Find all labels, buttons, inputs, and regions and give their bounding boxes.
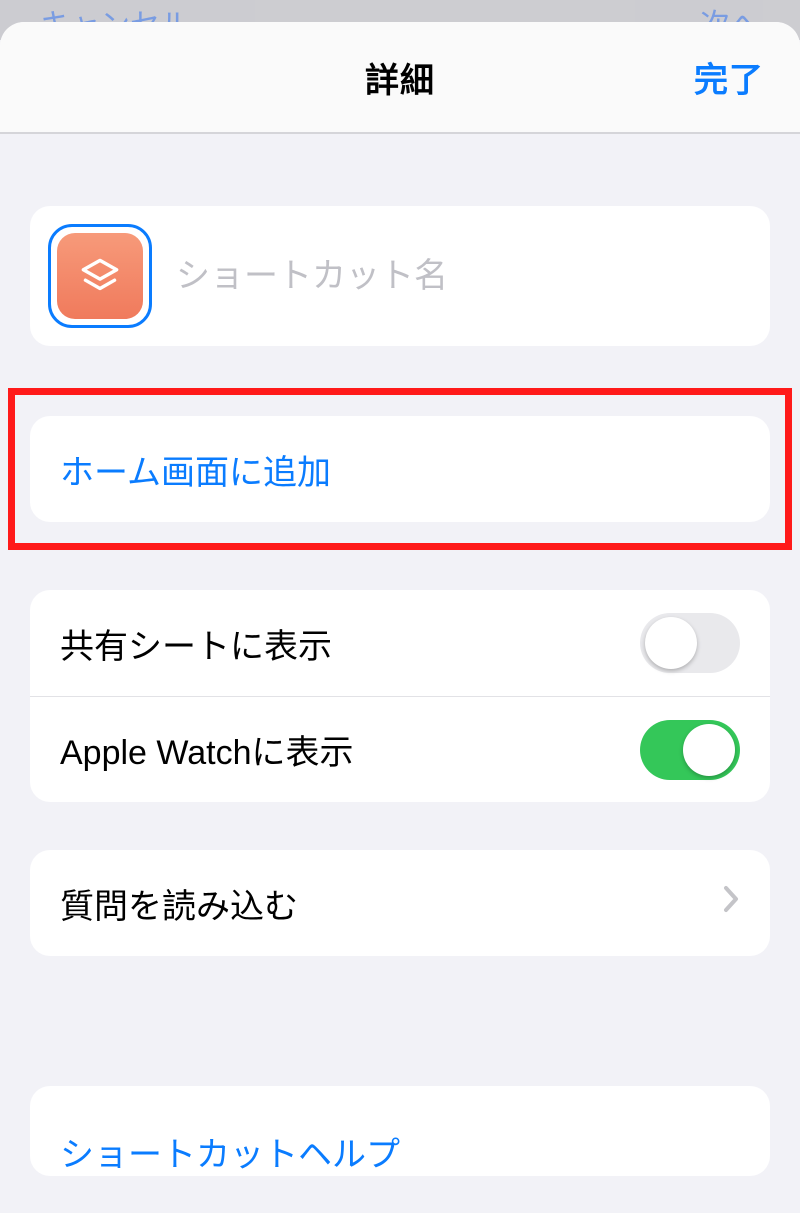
add-to-home-label: ホーム画面に追加 xyxy=(60,445,331,494)
display-options-group: 共有シートに表示 Apple Watchに表示 xyxy=(30,590,770,802)
shortcut-name-row xyxy=(30,206,770,346)
highlight-box: ホーム画面に追加 xyxy=(30,406,770,532)
import-questions-group: 質問を読み込む xyxy=(30,850,770,956)
content: ホーム画面に追加 共有シートに表示 Apple Watchに表示 質問 xyxy=(0,206,800,1176)
navbar-title: 詳細 xyxy=(365,53,435,102)
navbar: 詳細 完了 xyxy=(0,22,800,134)
details-sheet: 詳細 完了 ホーム画面に追加 xyxy=(0,22,800,1213)
shortcut-name-input[interactable] xyxy=(174,246,752,306)
shortcut-help-button[interactable]: ショートカットヘルプ xyxy=(30,1086,770,1176)
shortcut-icon-button[interactable] xyxy=(48,224,152,328)
add-to-home-button[interactable]: ホーム画面に追加 xyxy=(30,416,770,522)
toggle-knob xyxy=(683,724,735,776)
chevron-right-icon xyxy=(722,884,740,923)
apple-watch-label: Apple Watchに表示 xyxy=(60,725,354,774)
shortcut-help-label: ショートカットヘルプ xyxy=(60,1127,400,1176)
share-sheet-label: 共有シートに表示 xyxy=(60,619,332,668)
toggle-knob xyxy=(645,617,697,669)
apple-watch-row: Apple Watchに表示 xyxy=(30,696,770,802)
help-group: ショートカットヘルプ xyxy=(30,1086,770,1176)
shortcut-name-group xyxy=(30,206,770,346)
apple-watch-toggle[interactable] xyxy=(640,720,740,780)
done-button[interactable]: 完了 xyxy=(694,53,764,102)
share-sheet-toggle[interactable] xyxy=(640,613,740,673)
stack-icon xyxy=(57,233,143,319)
add-to-home-group: ホーム画面に追加 xyxy=(30,416,770,522)
import-questions-button[interactable]: 質問を読み込む xyxy=(30,850,770,956)
import-questions-label: 質問を読み込む xyxy=(60,879,298,928)
share-sheet-row: 共有シートに表示 xyxy=(30,590,770,696)
